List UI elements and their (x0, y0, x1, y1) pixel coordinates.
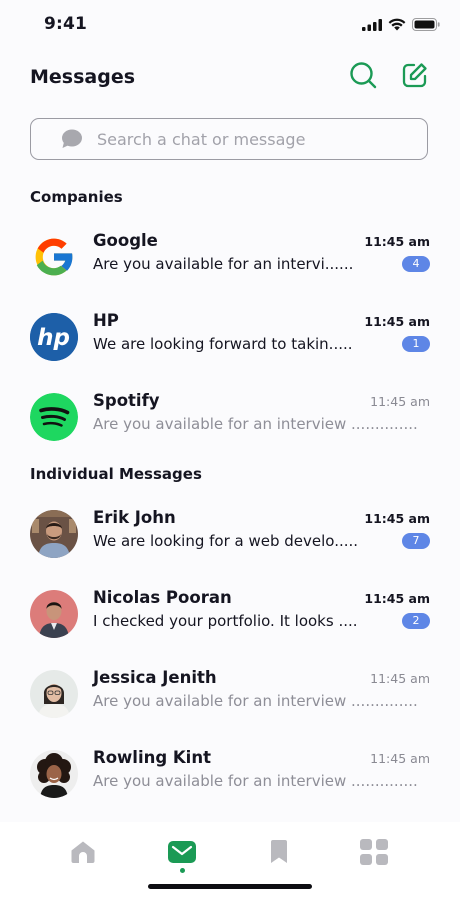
chat-item-spotify[interactable]: Spotify 11:45 am Are you available for a… (0, 387, 460, 457)
nav-messages-button[interactable] (166, 838, 198, 870)
chat-preview: Are you available for an intervi...... (93, 255, 354, 273)
svg-text:hp: hp (37, 325, 70, 351)
chat-item-jessica-jenith[interactable]: Jessica Jenith 11:45 am Are you availabl… (0, 664, 460, 734)
nav-apps-button[interactable] (358, 838, 390, 870)
chat-preview: We are looking forward to takin..... (93, 335, 353, 353)
chat-name: Erik John (93, 508, 176, 527)
unread-badge: 4 (402, 256, 430, 272)
avatar (30, 670, 78, 718)
avatar (30, 750, 78, 798)
nav-home-button[interactable] (67, 838, 99, 870)
chat-name: Google (93, 231, 158, 250)
status-bar: 9:41 (0, 0, 460, 50)
apps-grid-icon (360, 839, 388, 869)
chat-time: 11:45 am (364, 591, 430, 606)
messages-icon (168, 841, 196, 867)
unread-badge: 7 (402, 533, 430, 549)
battery-icon (412, 16, 440, 35)
compose-icon (401, 61, 429, 93)
home-icon (70, 840, 96, 868)
hp-logo-icon: hp (30, 313, 78, 361)
chat-preview: I checked your portfolio. It looks .... (93, 612, 358, 630)
avatar (30, 590, 78, 638)
section-title-companies: Companies (30, 188, 123, 206)
signal-icon (362, 16, 382, 35)
status-icons (362, 16, 440, 35)
nav-bookmark-button[interactable] (263, 838, 295, 870)
chat-name: Rowling Kint (93, 748, 211, 767)
chat-preview: Are you available for an interview .....… (93, 415, 418, 433)
chat-item-erik-john[interactable]: Erik John 11:45 am We are looking for a … (0, 504, 460, 574)
search-icon (349, 61, 377, 93)
compose-button[interactable] (400, 62, 430, 92)
chat-name: Jessica Jenith (93, 668, 217, 687)
chat-time: 11:45 am (370, 671, 430, 686)
unread-badge: 2 (402, 613, 430, 629)
chat-item-rowling-kint[interactable]: Rowling Kint 11:45 am Are you available … (0, 744, 460, 814)
chat-name: Nicolas Pooran (93, 588, 232, 607)
section-title-individual: Individual Messages (30, 465, 202, 483)
chat-preview: We are looking for a web develo..... (93, 532, 359, 550)
chat-time: 11:45 am (364, 314, 430, 329)
active-tab-indicator (180, 868, 185, 873)
chat-preview: Are you available for an interview .....… (93, 692, 418, 710)
status-time: 9:41 (44, 14, 88, 34)
chat-name: Spotify (93, 391, 160, 410)
header: Messages (30, 62, 430, 96)
search-input[interactable] (95, 128, 399, 150)
chat-item-nicolas-pooran[interactable]: Nicolas Pooran 11:45 am I checked your p… (0, 584, 460, 654)
wifi-icon (388, 16, 406, 35)
home-indicator (148, 884, 312, 889)
chat-item-hp[interactable]: hp HP 11:45 am We are looking forward to… (0, 307, 460, 377)
chat-time: 11:45 am (370, 394, 430, 409)
avatar (30, 510, 78, 558)
unread-badge: 1 (402, 336, 430, 352)
search-box[interactable] (30, 118, 428, 160)
chat-preview: Are you available for an interview .....… (93, 772, 418, 790)
search-button[interactable] (348, 62, 378, 92)
google-logo-icon (30, 233, 78, 281)
page-title: Messages (30, 66, 136, 88)
spotify-logo-icon (30, 393, 78, 441)
chat-time: 11:45 am (364, 511, 430, 526)
chat-name: HP (93, 311, 119, 330)
chat-bubble-icon (61, 128, 83, 150)
chat-time: 11:45 am (370, 751, 430, 766)
bookmark-icon (269, 840, 289, 868)
chat-item-google[interactable]: Google 11:45 am Are you available for an… (0, 227, 460, 297)
chat-time: 11:45 am (364, 234, 430, 249)
